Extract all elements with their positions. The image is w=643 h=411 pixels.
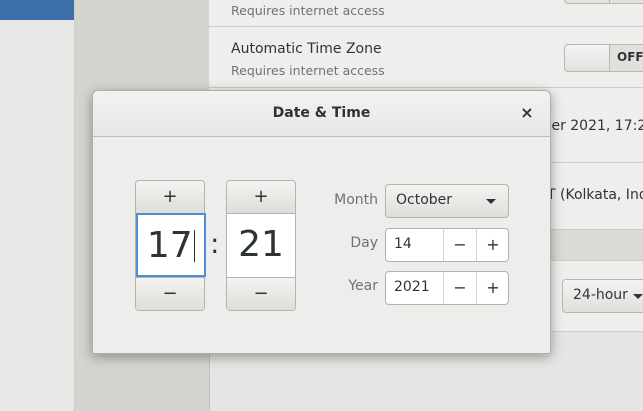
automatic-timezone-title: Automatic Time Zone [231,41,382,57]
date-time-dialog: Date & Time × + 17 − : + 21 − Month Octo… [92,90,551,354]
day-decrement-button[interactable]: − [443,229,476,261]
time-format-combo[interactable]: 24-hour [562,279,643,313]
text-cursor [193,230,196,262]
switch-knob [565,45,610,71]
dialog-title: Date & Time [272,105,371,121]
time-separator: : [210,227,220,260]
month-label: Month [334,192,378,208]
chevron-down-icon [486,199,496,204]
year-increment-button[interactable]: + [476,272,508,304]
sidebar-selected-item[interactable] [0,0,74,20]
day-increment-button[interactable]: + [476,229,508,261]
hour-increment-button[interactable]: + [136,181,204,214]
dialog-header: Date & Time × [93,91,550,137]
automatic-timezone-subtitle: Requires internet access [231,63,385,78]
year-decrement-button[interactable]: − [443,272,476,304]
chevron-down-icon [633,294,643,299]
automatic-timezone-switch[interactable]: OFF [564,44,643,72]
switch-state-label: OFF [617,50,643,64]
month-combo[interactable]: October [385,184,509,218]
minute-increment-button[interactable]: + [227,181,295,214]
automatic-date-time-subtitle: Requires internet access [231,3,385,18]
day-value[interactable]: 14 [394,236,412,252]
day-label: Day [350,235,378,251]
automatic-date-time-switch[interactable] [564,0,643,4]
close-icon[interactable]: × [517,103,537,123]
year-value[interactable]: 2021 [394,279,430,295]
automatic-timezone-row[interactable]: Automatic Time Zone Requires internet ac… [209,27,643,88]
year-label: Year [348,278,378,294]
year-spinbutton[interactable]: 2021 − + [385,271,509,305]
hour-value: 17 [146,225,193,266]
minute-input[interactable]: 21 [227,214,295,276]
minute-decrement-button[interactable]: − [227,277,295,310]
hour-input[interactable]: 17 [136,213,206,277]
hour-decrement-button[interactable]: − [136,277,204,310]
timezone-value: T (Kolkata, Indi [547,187,643,203]
day-spinbutton[interactable]: 14 − + [385,228,509,262]
automatic-date-time-row[interactable]: Requires internet access [209,0,643,27]
settings-sidebar [0,0,75,411]
hour-spinner[interactable]: + 17 − [135,180,206,311]
time-format-value: 24-hour [573,287,628,303]
minute-spinner[interactable]: + 21 − [226,180,296,311]
month-value: October [396,192,453,208]
